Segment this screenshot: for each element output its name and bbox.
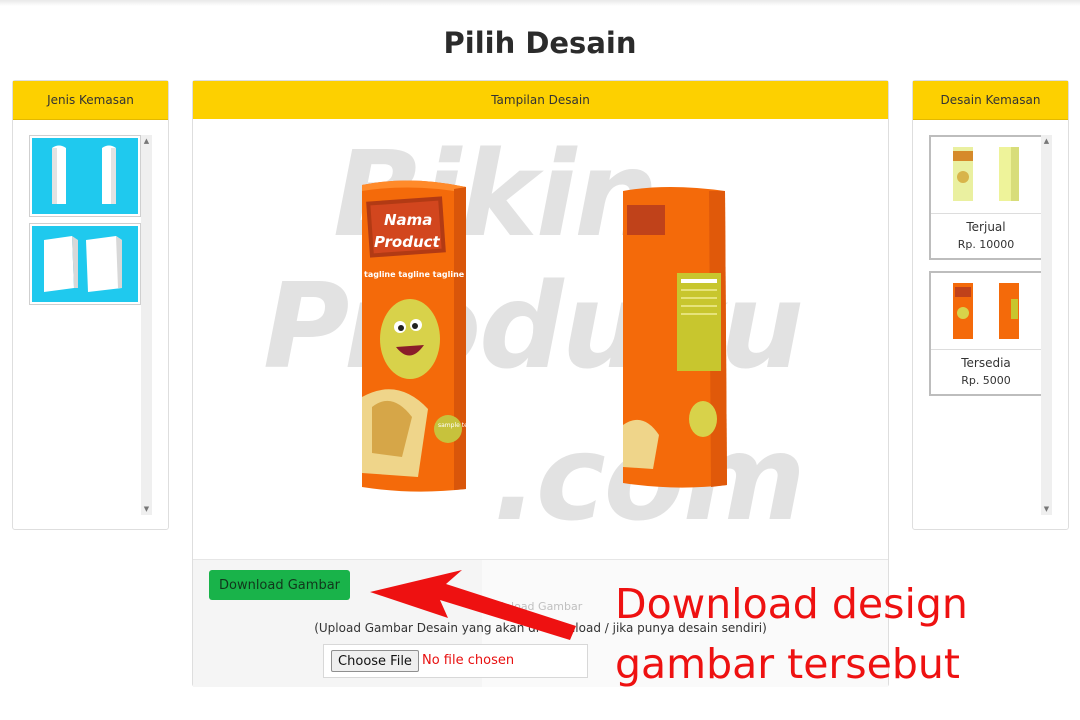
design-card[interactable]: Terjual Rp. 10000 [929, 135, 1043, 260]
scroll-down-icon[interactable]: ▼ [141, 505, 152, 513]
download-image-button[interactable]: Download Gambar [209, 570, 350, 600]
packaging-type-scrollbar[interactable]: ▲ ▼ [141, 135, 152, 515]
annotation-arrow-icon [370, 570, 576, 640]
packaging-design-panel: Desain Kemasan Terjual Rp. 10000 Tersedi… [912, 80, 1069, 530]
product-name-line1: Nama [384, 211, 432, 229]
design-price: Rp. 5000 [961, 374, 1011, 387]
annotation-line-2: gambar tersebut [615, 640, 960, 688]
scroll-up-icon[interactable]: ▲ [141, 137, 152, 145]
design-preview-area: Bikin Produku .com Nama Product tagline … [193, 119, 888, 559]
tube-shape-icon [52, 145, 116, 204]
packaging-type-header: Jenis Kemasan [13, 81, 168, 120]
design-card[interactable]: Tersedia Rp. 5000 [929, 271, 1043, 396]
packaging-type-tube[interactable] [29, 135, 141, 217]
packaging-design-header: Desain Kemasan [913, 81, 1068, 120]
design-preview-header: Tampilan Desain [193, 81, 888, 120]
design-thumbnail [931, 137, 1041, 214]
design-thumbnail [931, 273, 1041, 350]
box-shape-icon [44, 236, 122, 292]
scroll-up-icon[interactable]: ▲ [1041, 137, 1052, 145]
packaging-type-box[interactable] [29, 223, 141, 305]
scroll-down-icon[interactable]: ▼ [1041, 505, 1052, 513]
page-title: Pilih Desain [443, 26, 637, 60]
packaging-design-scrollbar[interactable]: ▲ ▼ [1041, 135, 1052, 515]
design-price: Rp. 10000 [957, 238, 1015, 251]
product-tagline: tagline tagline tagline tagline [364, 270, 478, 279]
product-flavor: sample text [438, 422, 474, 429]
packaging-type-panel: Jenis Kemasan ▲ ▼ [12, 80, 169, 530]
packaging-type-list [29, 135, 141, 311]
product-name-line2: Product [374, 233, 441, 251]
design-name: Tersedia [961, 356, 1011, 370]
package-back-illustration [623, 187, 727, 488]
design-name: Terjual [966, 220, 1006, 234]
annotation-line-1: Download design [615, 580, 968, 628]
top-bar [0, 0, 1080, 6]
package-front-illustration: Nama Product tagline tagline tagline tag… [362, 180, 478, 492]
